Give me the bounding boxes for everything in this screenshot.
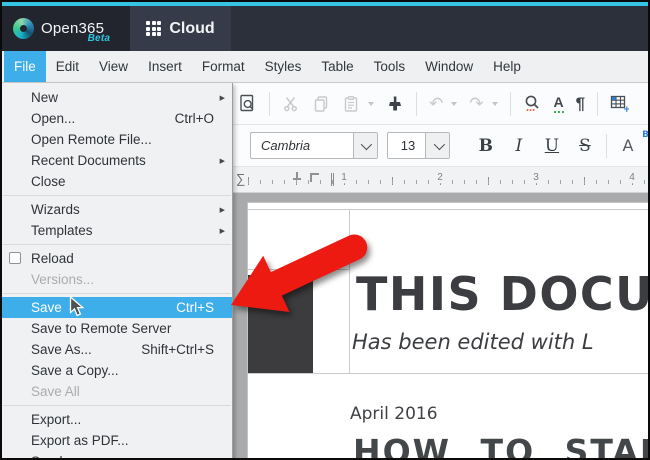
app-window: Open365 Beta Cloud File Edit View Insert Form…: [0, 0, 650, 460]
formatting-marks-icon[interactable]: ¶: [576, 94, 585, 114]
file-menu-item-templates[interactable]: Templates ▶: [2, 220, 232, 241]
underline-button[interactable]: U: [540, 132, 564, 159]
file-menu-item-save-as[interactable]: Save As... Shift+Ctrl+S: [2, 339, 232, 360]
menubar-item-format[interactable]: Format: [192, 51, 255, 82]
ruler-number: 2: [435, 172, 445, 183]
file-menu-item-open[interactable]: Open... Ctrl+O: [2, 108, 232, 129]
clone-formatting-icon[interactable]: [386, 95, 404, 113]
file-menu-item-save[interactable]: Save Ctrl+S: [2, 297, 232, 318]
menubar-item-file[interactable]: File: [4, 51, 46, 82]
menubar: File Edit View Insert Format Styles Table Tools…: [2, 51, 648, 83]
menu-separator: [3, 244, 231, 245]
document-subtitle: Has been edited with L: [352, 330, 594, 354]
paste-dropdown-arrow[interactable]: [368, 101, 374, 106]
menu-separator: [3, 293, 231, 294]
copy-icon[interactable]: [312, 95, 330, 113]
superscript-button[interactable]: AB: [616, 130, 648, 159]
ruler-number: 4: [627, 172, 637, 183]
file-menu-item-close[interactable]: Close: [2, 171, 232, 192]
font-size-dropdown-button[interactable]: [425, 133, 450, 158]
submenu-arrow-icon: ▶: [219, 157, 225, 165]
toolbar-separator: [597, 91, 599, 116]
menubar-item-insert[interactable]: Insert: [138, 51, 192, 82]
ruler-ticks: [248, 180, 646, 184]
menubar-item-window[interactable]: Window: [415, 51, 483, 82]
file-menu-item-export[interactable]: Export...: [2, 409, 232, 430]
redo-dropdown-arrow[interactable]: [491, 101, 498, 106]
app-grid-icon: [146, 21, 162, 36]
file-menu-item-open-remote-file[interactable]: Open Remote File...: [2, 129, 232, 150]
font-name-value[interactable]: Cambria: [251, 133, 320, 158]
file-menu-item-save-a-copy[interactable]: Save a Copy...: [2, 360, 232, 381]
toolbar-separator: [416, 91, 417, 116]
open365-logo[interactable]: Open365 Beta: [2, 6, 130, 51]
mouse-cursor: [69, 296, 85, 317]
file-menu-item-send[interactable]: Send▶: [2, 451, 232, 458]
table-border: [248, 209, 648, 210]
file-menu-item-recent-documents[interactable]: Recent Documents ▶: [2, 150, 232, 171]
find-and-replace-icon[interactable]: [523, 94, 542, 113]
indent-marker[interactable]: [310, 173, 319, 182]
font-name-combo[interactable]: Cambria: [250, 132, 378, 159]
menubar-item-tools[interactable]: Tools: [364, 51, 416, 82]
submenu-arrow-icon: ▶: [219, 94, 225, 102]
font-name-dropdown-button[interactable]: [352, 133, 377, 158]
italic-button[interactable]: I: [507, 132, 531, 159]
open365-logo-text: Open365 Beta: [41, 20, 111, 44]
print-preview-icon[interactable]: [238, 94, 257, 113]
font-size-combo[interactable]: 13: [386, 132, 451, 159]
open365-logo-icon: [13, 18, 34, 39]
beta-badge: Beta: [87, 33, 111, 44]
strikethrough-button[interactable]: S: [573, 132, 597, 159]
svg-text:+: +: [623, 105, 629, 113]
ruler-number: 3: [531, 172, 541, 183]
red-annotation-arrow: [231, 234, 368, 312]
paste-icon[interactable]: [342, 95, 360, 113]
file-menu-item-save-all[interactable]: Save All: [2, 381, 232, 402]
file-menu-item-new[interactable]: New ▶: [2, 87, 232, 108]
menu-separator: [3, 195, 231, 196]
undo-dropdown-arrow[interactable]: [451, 101, 458, 106]
insert-table-icon[interactable]: +: [610, 94, 629, 113]
checkbox[interactable]: [9, 252, 21, 264]
cut-icon[interactable]: [282, 95, 300, 113]
menubar-item-styles[interactable]: Styles: [255, 51, 312, 82]
tab-selector-icon[interactable]: ∑: [236, 171, 245, 186]
file-menu-item-reload[interactable]: Reload: [2, 248, 232, 269]
file-menu-item-save-to-remote-server[interactable]: Save to Remote Server: [2, 318, 232, 339]
ruler-number: 1: [339, 172, 349, 183]
document-date: April 2016: [350, 404, 438, 424]
bold-button[interactable]: B: [474, 132, 498, 159]
cloud-app-button[interactable]: Cloud: [130, 6, 231, 51]
font-size-value[interactable]: 13: [388, 133, 425, 158]
undo-icon[interactable]: ↶: [429, 94, 443, 114]
cloud-label: Cloud: [169, 19, 215, 37]
indent-marker[interactable]: [293, 172, 301, 180]
document-heading: HOW TO START: [353, 432, 648, 458]
character-formatting-icon[interactable]: A: [554, 95, 564, 113]
toolbar-separator: [509, 91, 511, 116]
document-title: THIS DOCU: [356, 267, 648, 321]
top-header-bar: Open365 Beta Cloud: [2, 2, 648, 51]
chevron-down-icon: [433, 138, 445, 150]
toolbar-separator: [605, 133, 607, 158]
file-menu: New ▶ Open... Ctrl+O Open Remote File... Rece…: [2, 83, 233, 458]
file-menu-item-versions[interactable]: Versions...: [2, 269, 232, 290]
menubar-item-view[interactable]: View: [89, 51, 138, 82]
toolbar-separator: [269, 91, 270, 116]
menu-separator: [3, 405, 231, 406]
file-menu-item-wizards[interactable]: Wizards ▶: [2, 199, 232, 220]
redo-icon[interactable]: ↷: [469, 94, 483, 114]
menubar-item-edit[interactable]: Edit: [46, 51, 89, 82]
submenu-arrow-icon: ▶: [219, 206, 225, 214]
margin-marker: [331, 173, 334, 186]
table-border: [248, 373, 648, 374]
menubar-item-table[interactable]: Table: [311, 51, 363, 82]
file-menu-item-export-as-pdf[interactable]: Export as PDF...: [2, 430, 232, 451]
chevron-down-icon: [361, 138, 373, 150]
menubar-item-help[interactable]: Help: [483, 51, 531, 82]
